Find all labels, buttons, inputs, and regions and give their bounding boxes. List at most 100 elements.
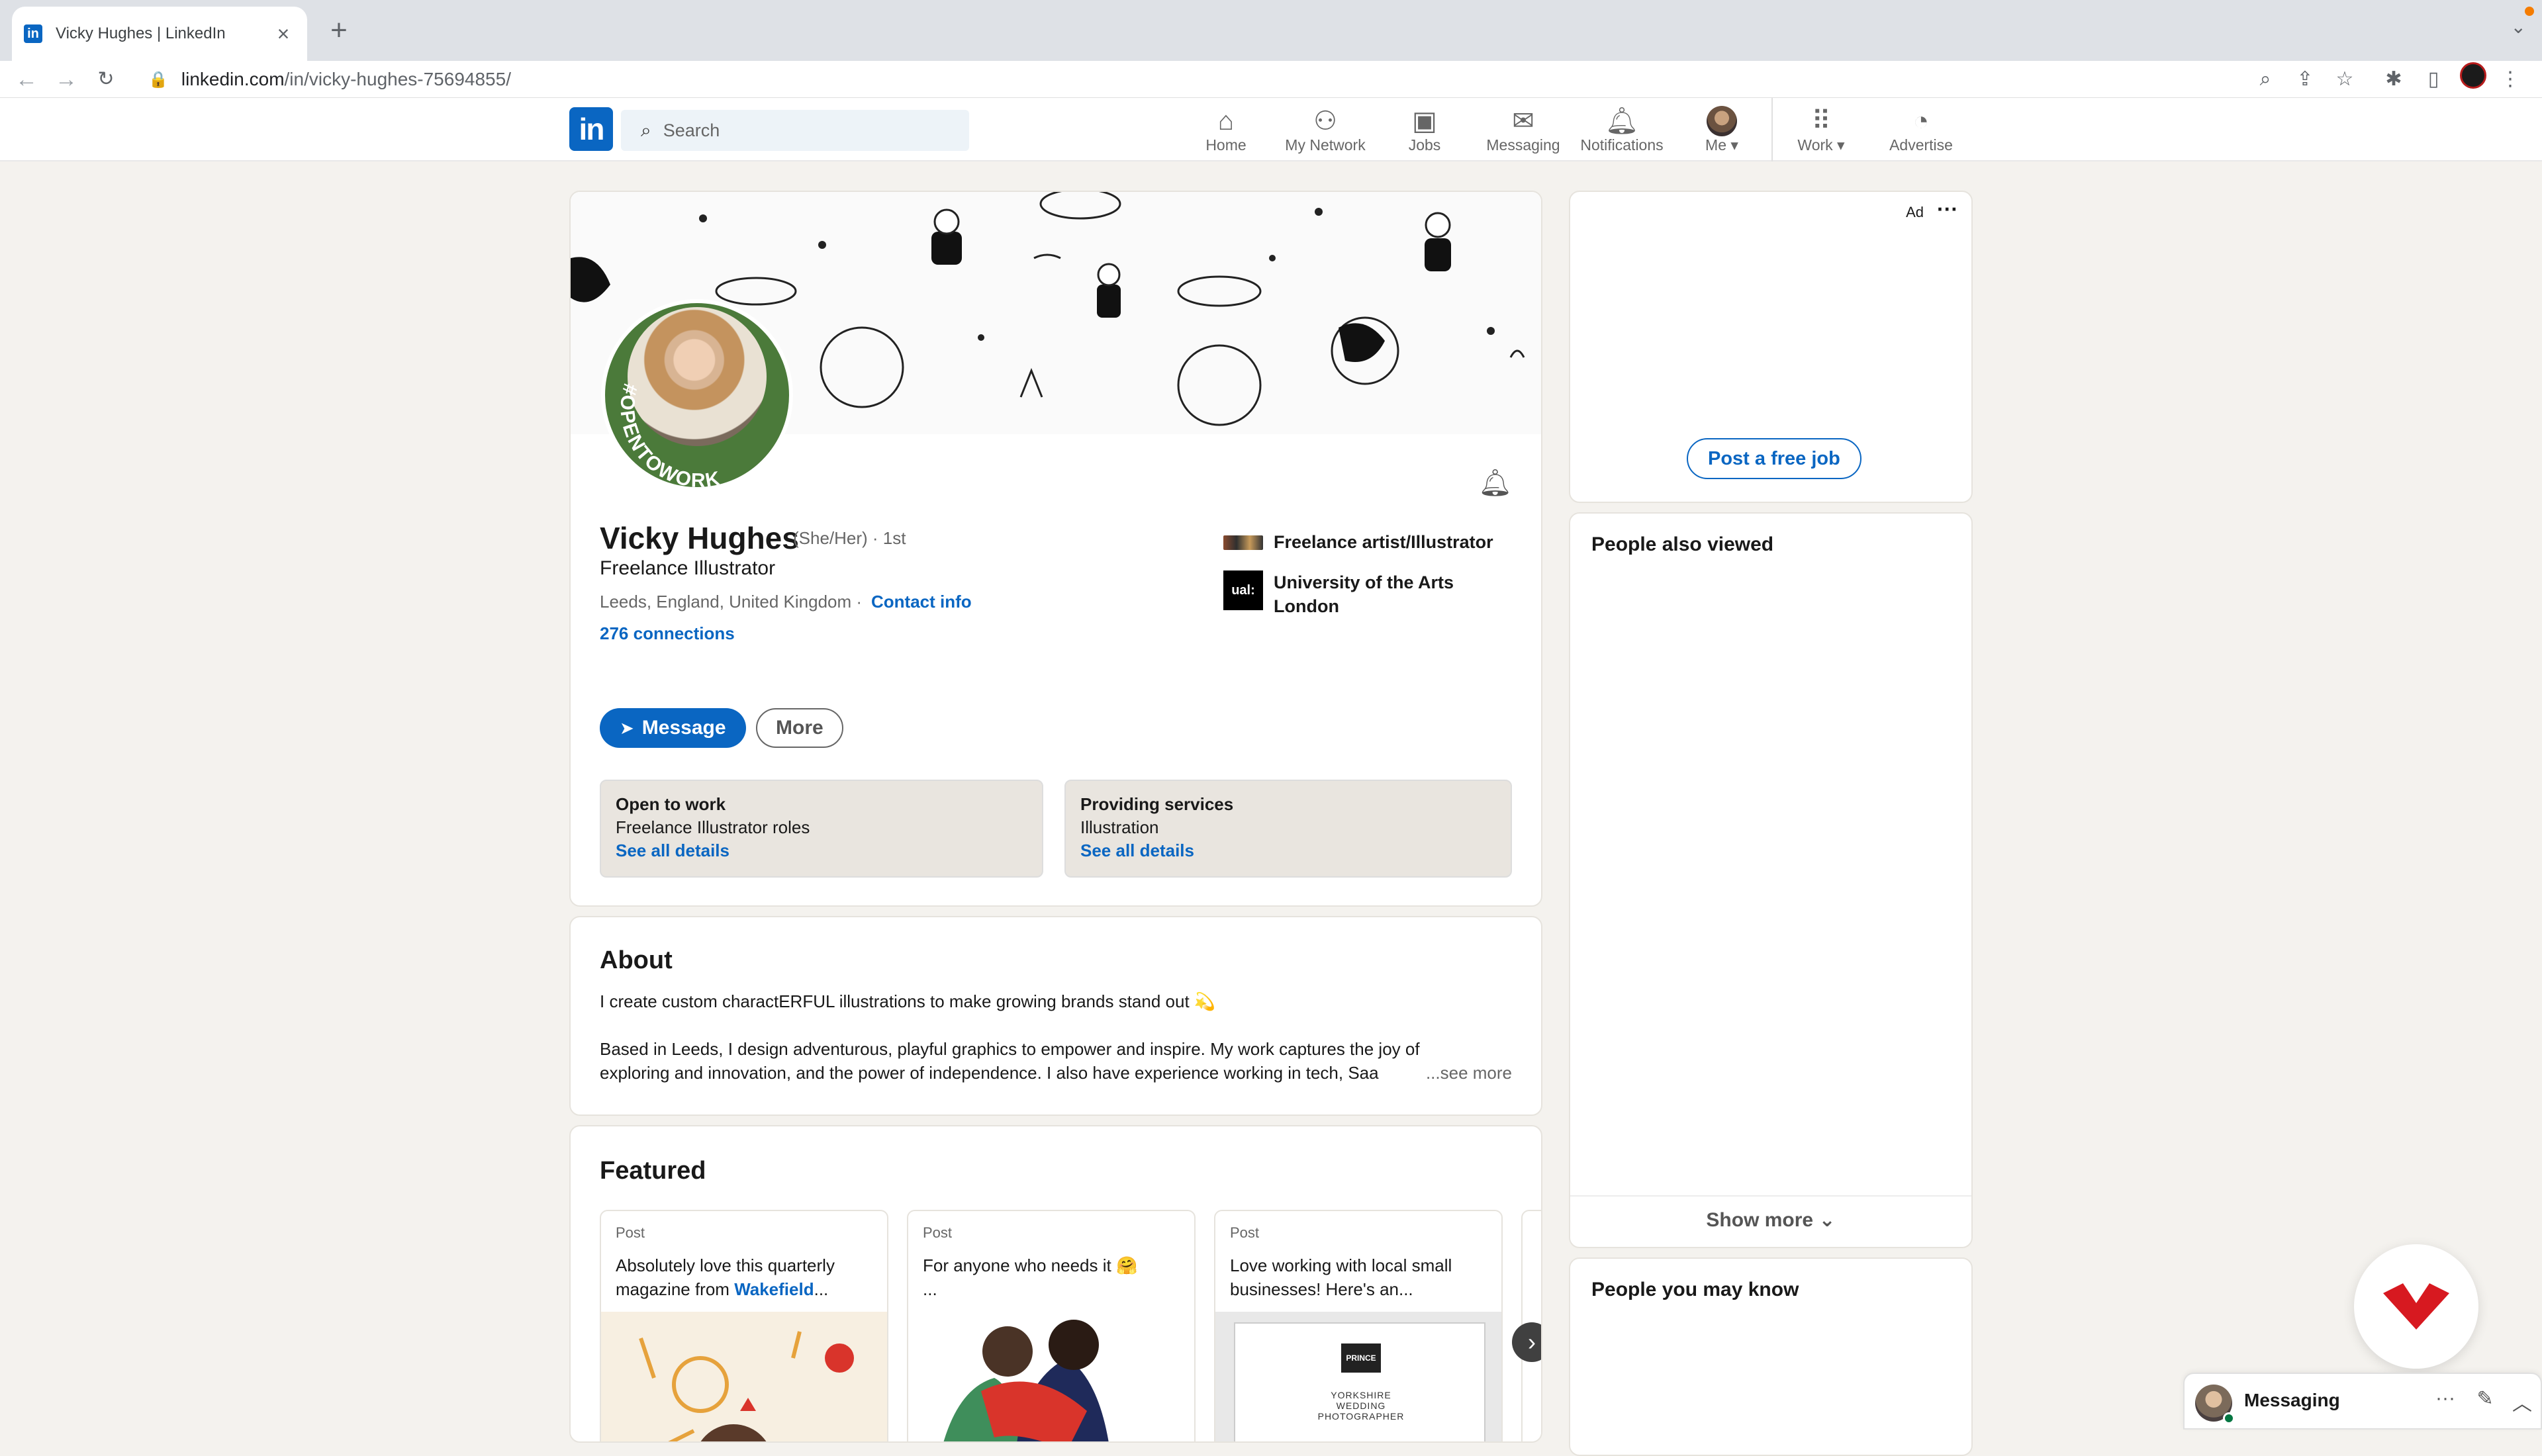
- message-button[interactable]: ➤ Message: [600, 708, 746, 748]
- providing-services-value: Illustration: [1080, 817, 1159, 837]
- nav-divider: [1771, 98, 1773, 161]
- people-you-may-know-title: People you may know: [1591, 1279, 1799, 1300]
- contact-info-link[interactable]: Contact info: [871, 592, 972, 612]
- home-icon: ⌂: [1217, 107, 1235, 136]
- people-you-may-know-card: People you may know: [1569, 1257, 1973, 1456]
- featured-post-text: Love working with local small businesses…: [1230, 1255, 1452, 1299]
- wakefield-link[interactable]: Wakefield: [734, 1279, 814, 1299]
- chat-icon: ✉: [1512, 107, 1534, 136]
- open-to-work-value: Freelance Illustrator roles: [616, 817, 810, 837]
- bookmark-star-icon[interactable]: ☆: [2330, 66, 2359, 93]
- current-experience[interactable]: Freelance artist/Illustrator: [1223, 532, 1493, 553]
- url-host: linkedin.com: [181, 69, 285, 89]
- featured-post-card[interactable]: Post Absolutely love this quarterly maga…: [600, 1210, 888, 1441]
- nav-advertise-label: Advertise: [1889, 136, 1953, 154]
- featured-section: Featured Post Absolutely love this quart…: [569, 1125, 1542, 1443]
- chevron-down-icon: ▾: [1837, 136, 1845, 154]
- search-icon: ⌕: [641, 119, 651, 140]
- education[interactable]: ual: University of the Arts London: [1223, 570, 1492, 618]
- nav-my-network[interactable]: ⚇ My Network: [1279, 106, 1372, 159]
- briefcase-icon: ▣: [1412, 107, 1437, 136]
- message-button-label: Message: [641, 717, 726, 739]
- tab-search-chevron-icon[interactable]: ⌄: [2511, 16, 2526, 38]
- open-to-work-badge: #OPENTOWORK: [616, 381, 722, 487]
- share-icon[interactable]: ⇪: [2290, 66, 2320, 93]
- side-panel-icon[interactable]: ▯: [2419, 66, 2448, 93]
- about-line-1: I create custom charactERFUL illustratio…: [600, 991, 1216, 1011]
- bell-icon: 🔔︎: [1605, 107, 1639, 136]
- providing-services-card[interactable]: Providing services Illustration See all …: [1064, 780, 1512, 878]
- nav-notifications[interactable]: 🔔︎ Notifications: [1576, 106, 1668, 159]
- featured-post-ellipsis: ...: [814, 1279, 829, 1299]
- featured-title: Featured: [600, 1157, 706, 1185]
- post-free-job-button[interactable]: Post a free job: [1687, 438, 1861, 479]
- featured-post-type: Post: [1230, 1224, 1260, 1241]
- compose-icon[interactable]: ✎: [2472, 1387, 2498, 1410]
- open-to-work-frame: #OPENTOWORK: [616, 381, 723, 491]
- open-to-work-details-link[interactable]: See all details: [616, 841, 1027, 861]
- forward-button[interactable]: →: [52, 65, 81, 94]
- send-icon: ➤: [620, 717, 634, 738]
- reload-button[interactable]: ↻: [91, 65, 120, 94]
- show-more-button[interactable]: Show more ⌄: [1570, 1208, 1971, 1232]
- nav-me[interactable]: Me ▾: [1692, 106, 1752, 159]
- nav-work-label: Work: [1797, 136, 1833, 154]
- nav-work[interactable]: ⠿ Work ▾: [1791, 106, 1851, 159]
- ad-card: Ad ··· Post a free job: [1569, 191, 1973, 503]
- red-chevron-logo-icon: [2383, 1283, 2449, 1330]
- featured-post-text: For anyone who needs it 🤗...: [923, 1253, 1181, 1301]
- featured-post-image: PRINCE YORKSHIRE WEDDING PHOTOGRAPHER: [1215, 1312, 1501, 1441]
- nav-messaging[interactable]: ✉ Messaging: [1480, 106, 1566, 159]
- featured-post-image: [908, 1312, 1194, 1441]
- floating-app-button[interactable]: [2354, 1244, 2478, 1369]
- featured-post-card[interactable]: Post Love working with local small busin…: [1214, 1210, 1503, 1441]
- grid-icon: ⠿: [1811, 107, 1831, 136]
- featured-post-card[interactable]: Post For anyone who needs it 🤗...: [907, 1210, 1196, 1441]
- messaging-overlay-bar[interactable]: Messaging ··· ✎ ︿: [2183, 1373, 2542, 1430]
- linkedin-global-nav: in ⌕ Search ⌂ Home ⚇ My Network ▣ Jobs ✉…: [0, 98, 2542, 161]
- notification-bell-icon[interactable]: 🔔︎: [1478, 467, 1512, 498]
- back-button[interactable]: ←: [12, 65, 41, 94]
- search-input[interactable]: ⌕ Search: [621, 110, 969, 151]
- browser-profile-avatar[interactable]: [2460, 62, 2486, 89]
- photographer-logo: PRINCE: [1341, 1343, 1381, 1373]
- nav-my-network-label: My Network: [1285, 136, 1366, 154]
- nav-home[interactable]: ⌂ Home: [1200, 106, 1252, 159]
- profile-avatar[interactable]: #OPENTOWORK: [601, 299, 793, 491]
- svg-text:#OPENTOWORK: #OPENTOWORK: [616, 381, 723, 491]
- featured-post-type: Post: [616, 1224, 645, 1241]
- chevron-down-icon: ▾: [1730, 136, 1738, 154]
- close-tab-icon[interactable]: ×: [271, 22, 295, 46]
- ad-options-icon[interactable]: ···: [1937, 197, 1958, 222]
- nav-notifications-label: Notifications: [1580, 136, 1664, 154]
- nav-jobs[interactable]: ▣ Jobs: [1398, 106, 1451, 159]
- more-button[interactable]: More: [756, 708, 843, 748]
- zoom-search-icon[interactable]: ⌕: [2251, 66, 2280, 93]
- carousel-next-button[interactable]: ›: [1512, 1322, 1541, 1362]
- nav-advertise[interactable]: ◔ Advertise: [1887, 106, 1955, 159]
- me-avatar: [1707, 106, 1737, 136]
- url-field[interactable]: 🔒 linkedin.com/in/vicky-hughes-75694855/: [136, 64, 2341, 95]
- ad-label: Ad: [1906, 204, 1924, 220]
- linkedin-logo-icon[interactable]: in: [569, 107, 613, 151]
- open-to-work-title: Open to work: [616, 794, 726, 814]
- profile-name: Vicky Hughes: [600, 521, 799, 555]
- address-bar: ← → ↻ 🔒 linkedin.com/in/vicky-hughes-756…: [0, 61, 2542, 98]
- providing-services-details-link[interactable]: See all details: [1080, 841, 1496, 861]
- profile-top-card: #OPENTOWORK 🔔︎ Vicky Hughes (She/Her) · …: [569, 191, 1542, 907]
- connections-link[interactable]: 276 connections: [600, 623, 735, 644]
- about-title: About: [600, 946, 673, 974]
- open-to-work-card[interactable]: Open to work Freelance Illustrator roles…: [600, 780, 1043, 878]
- chevron-down-icon: ⌄: [1818, 1209, 1836, 1231]
- chevron-up-icon[interactable]: ︿: [2509, 1387, 2535, 1416]
- more-options-icon[interactable]: ···: [2432, 1387, 2459, 1410]
- nav-me-label: Me: [1705, 136, 1726, 154]
- people-also-viewed-card: People also viewed Show more ⌄: [1569, 512, 1973, 1248]
- extensions-icon[interactable]: ✱: [2379, 66, 2408, 93]
- see-more-link[interactable]: ...see more: [1426, 1063, 1512, 1083]
- browser-tab[interactable]: in Vicky Hughes | LinkedIn ×: [12, 7, 307, 61]
- new-tab-button[interactable]: +: [323, 15, 355, 46]
- browser-menu-icon[interactable]: ⋮: [2496, 66, 2525, 93]
- about-section: About I create custom charactERFUL illus…: [569, 916, 1542, 1116]
- messaging-title: Messaging: [2244, 1390, 2340, 1410]
